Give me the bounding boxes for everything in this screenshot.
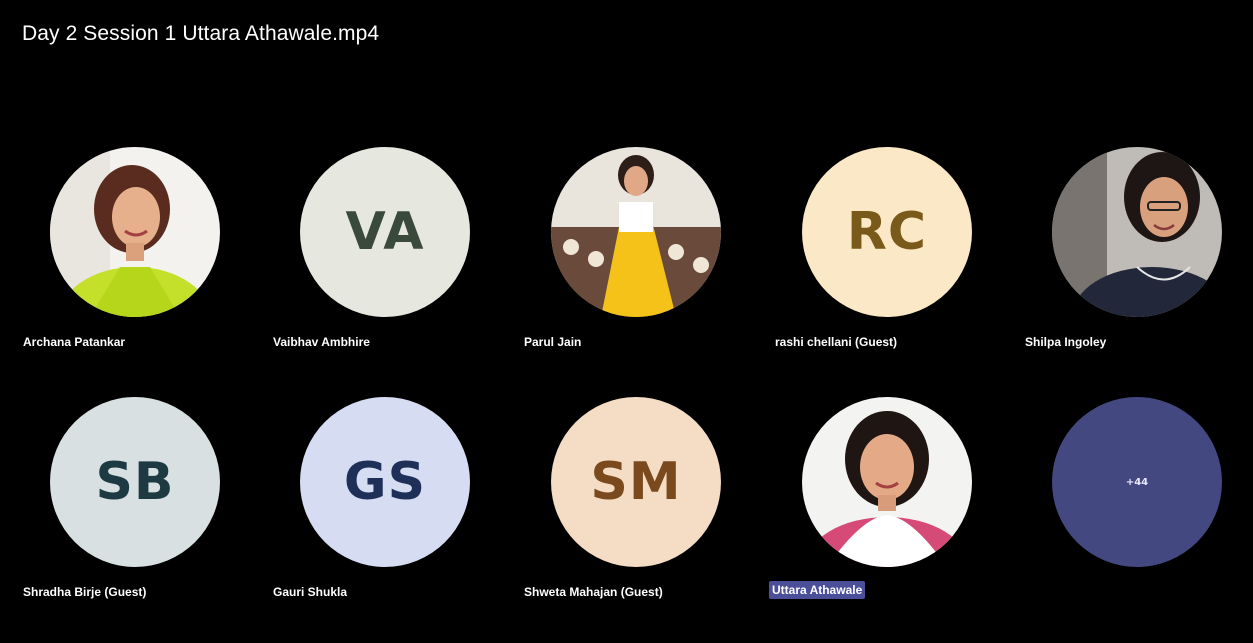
participant-name: Shilpa Ingoley [1025,335,1107,349]
participant-name: rashi chellani (Guest) [775,335,898,349]
initials-text: RC [846,202,928,262]
person-photo-green-saree-icon [50,147,220,317]
participant-tile-active-speaker[interactable]: Uttara Athawale [769,397,1022,607]
avatar-initials: SM [551,397,721,567]
participant-tile[interactable]: Parul Jain [521,147,771,357]
participant-name: Shweta Mahajan (Guest) [524,585,663,599]
initials-text: GS [343,452,427,512]
participant-tile[interactable]: SM Shweta Mahajan (Guest) [521,397,771,607]
participant-name: Shradha Birje (Guest) [23,585,147,599]
overflow-participants-tile[interactable]: +44 [1022,397,1253,607]
person-photo-dark-top-icon [1052,147,1222,317]
avatar-initials: RC [802,147,972,317]
participant-tile[interactable]: Archana Patankar [20,147,270,357]
participant-tile[interactable]: Shilpa Ingoley [1022,147,1253,357]
initials-text: SB [95,452,175,512]
person-photo-yellow-saree-icon [551,147,721,317]
avatar-initials: GS [300,397,470,567]
overflow-count: +44 [1125,476,1149,488]
participant-tile[interactable]: VA Vaibhav Ambhire [270,147,520,357]
initials-text: VA [345,202,425,262]
participant-tile[interactable]: RC rashi chellani (Guest) [772,147,1022,357]
participant-name: Vaibhav Ambhire [273,335,370,349]
initials-text: SM [590,452,682,512]
person-photo-white-dupatta-icon [802,397,972,567]
avatar-initials: VA [300,147,470,317]
participant-name: Archana Patankar [23,335,126,349]
participant-name: Parul Jain [524,335,582,349]
participant-tile[interactable]: SB Shradha Birje (Guest) [20,397,270,607]
participant-name: Gauri Shukla [273,585,348,599]
avatar-initials: SB [50,397,220,567]
participant-tile[interactable]: GS Gauri Shukla [270,397,520,607]
participant-grid: Archana Patankar VA Vaibhav Ambhire Paru… [0,0,1253,643]
overflow-count-circle[interactable]: +44 [1052,397,1222,567]
participant-name-active: Uttara Athawale [769,581,866,599]
